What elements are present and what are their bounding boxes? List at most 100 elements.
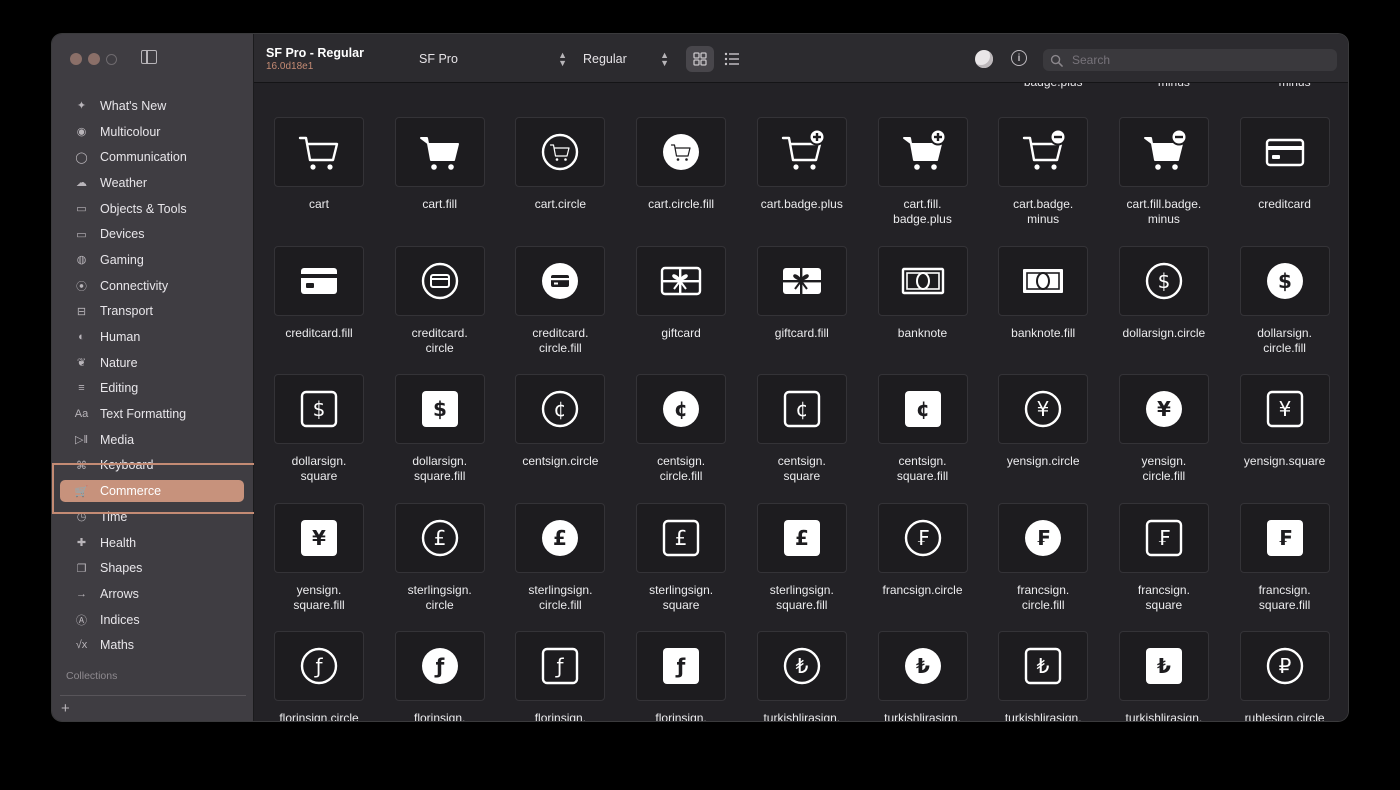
symbol-cell[interactable]: £ sterlingsign. square — [618, 478, 728, 612]
sidebar-item-nature[interactable]: ❦ Nature — [52, 350, 253, 376]
symbol-cart-badge-minus-icon[interactable] — [998, 117, 1089, 187]
symbol-cell[interactable]: ¢ centsign. square — [739, 349, 849, 483]
symbol-creditcard-fill-icon[interactable] — [274, 245, 364, 316]
symbol-circle-fill-icon[interactable]: $ — [1239, 245, 1330, 316]
info-icon[interactable]: i — [1011, 50, 1027, 66]
symbol-cell[interactable]: ¢ centsign.circle — [497, 349, 607, 469]
symbol-circle-icon[interactable]: ₣ — [877, 502, 968, 573]
symbol-cell[interactable]: ƒ florinsign.circle — [256, 606, 366, 721]
search-field[interactable] — [1043, 49, 1337, 71]
sidebar-item-media[interactable]: ▷‖ Media — [52, 427, 253, 453]
sidebar-item-objects-tools[interactable]: ▭ Objects & Tools — [52, 196, 253, 222]
sidebar-item-editing[interactable]: ≡ Editing — [52, 376, 253, 402]
symbol-square-fill-icon[interactable]: £ — [756, 502, 847, 573]
add-collection-button[interactable]: + — [61, 700, 70, 717]
symbol-giftcard-fill-icon[interactable] — [756, 245, 847, 316]
symbol-circle-icon[interactable]: ¢ — [515, 374, 606, 444]
symbol-cell[interactable]: ¢ centsign. circle.fill — [618, 349, 728, 483]
symbol-square-fill-icon[interactable]: ₣ — [1239, 502, 1330, 573]
symbol-cell[interactable]: £ sterlingsign. circle.fill — [497, 478, 607, 612]
symbol-cart-fill-badge-minus-icon[interactable] — [1118, 117, 1209, 187]
symbol-circle-icon[interactable]: ƒ — [274, 631, 364, 701]
symbol-square-fill-icon[interactable]: ƒ — [636, 631, 727, 701]
symbol-cart-badge-plus-icon[interactable] — [756, 117, 847, 187]
symbol-circle-icon[interactable]: ¥ — [998, 374, 1089, 444]
symbol-cell[interactable]: ¥ yensign.circle — [980, 349, 1090, 469]
symbol-cell[interactable]: banknote — [860, 221, 970, 341]
symbol-cell[interactable]: $ dollarsign. square — [256, 349, 366, 483]
symbol-creditcard-circle-icon[interactable] — [394, 245, 485, 316]
symbol-cell[interactable]: ¥ yensign. square.fill — [256, 478, 366, 612]
sidebar-item-arrows[interactable]: → Arrows — [52, 581, 253, 607]
symbol-cell[interactable]: £ sterlingsign. circle — [377, 478, 487, 612]
symbol-cell[interactable]: creditcard.fill — [256, 221, 366, 341]
symbol-cell[interactable]: cart.badge.plus — [739, 92, 849, 212]
symbol-square-fill-icon[interactable]: ₺ — [1118, 631, 1209, 701]
sidebar-item-text-formatting[interactable]: Aa Text Formatting — [52, 401, 253, 427]
sidebar-item-weather[interactable]: ☁ Weather — [52, 170, 253, 196]
symbol-cell[interactable]: cart.fill. badge.plus — [860, 92, 970, 226]
symbol-cart-circle-icon[interactable] — [515, 117, 606, 187]
symbol-cell[interactable]: cart.circle.fill — [618, 92, 728, 212]
sidebar-item-transport[interactable]: ⊟ Transport — [52, 299, 253, 325]
symbol-square-fill-icon[interactable]: ¢ — [877, 374, 968, 444]
symbol-creditcard-icon[interactable] — [1239, 117, 1330, 187]
symbol-cell[interactable]: ₺ turkishlirasign. — [980, 606, 1090, 721]
symbol-cell[interactable]: £ sterlingsign. square.fill — [739, 478, 849, 612]
appearance-toggle-icon[interactable] — [975, 50, 993, 68]
symbol-cell[interactable]: ƒ florinsign. — [377, 606, 487, 721]
sidebar-item-multicolour[interactable]: ◉ Multicolour — [52, 119, 253, 145]
symbol-cell[interactable]: $ dollarsign. square.fill — [377, 349, 487, 483]
symbol-cell[interactable]: ₺ turkishlirasign. — [739, 606, 849, 721]
symbol-cell[interactable]: ¥ yensign. circle.fill — [1101, 349, 1211, 483]
symbol-cart-icon[interactable] — [274, 117, 364, 187]
symbol-square-icon[interactable]: ¥ — [1239, 374, 1330, 444]
symbol-circle-fill-icon[interactable]: ¢ — [636, 374, 727, 444]
font-weight-select[interactable]: Regular ▲ ▼ — [583, 49, 669, 69]
symbol-cell[interactable]: ₺ turkishlirasign. — [1101, 606, 1211, 721]
symbol-cell[interactable]: creditcard — [1222, 92, 1332, 212]
symbol-square-fill-icon[interactable]: $ — [394, 374, 485, 444]
list-view-button[interactable] — [718, 46, 746, 72]
symbol-cell[interactable]: ¢ centsign. square.fill — [860, 349, 970, 483]
symbol-cart-circle-fill-icon[interactable] — [636, 117, 727, 187]
sidebar-item-shapes[interactable]: ❐ Shapes — [52, 555, 253, 581]
grid-view-button[interactable] — [686, 46, 714, 72]
symbol-square-icon[interactable]: $ — [274, 374, 364, 444]
symbol-cell[interactable]: cart.fill.badge. minus — [1101, 92, 1211, 226]
symbol-circle-fill-icon[interactable]: £ — [515, 502, 606, 573]
symbol-cell[interactable]: ₣ francsign. square — [1101, 478, 1211, 612]
symbol-circle-icon[interactable]: $ — [1118, 245, 1209, 316]
symbol-cell[interactable]: giftcard — [618, 221, 728, 341]
sidebar-item-human[interactable]: ◐ Human — [52, 324, 253, 350]
sidebar-item-commerce[interactable]: 🛒 Commerce — [52, 478, 253, 504]
symbol-cart-fill-badge-plus-icon[interactable] — [877, 117, 968, 187]
symbol-cell[interactable]: ₽ rublesign.circle — [1222, 606, 1332, 721]
sidebar-toggle-icon[interactable] — [141, 50, 157, 64]
symbol-circle-icon[interactable]: ₺ — [756, 631, 847, 701]
symbol-cell[interactable]: creditcard. circle.fill — [497, 221, 607, 355]
sidebar-item-devices[interactable]: ▭ Devices — [52, 221, 253, 247]
close-window-button[interactable] — [70, 53, 82, 65]
sidebar-item-time[interactable]: ◷ Time — [52, 504, 253, 530]
symbol-circle-icon[interactable]: ₽ — [1239, 631, 1330, 701]
sidebar-item-gaming[interactable]: ◍ Gaming — [52, 247, 253, 273]
sidebar-item-health[interactable]: ✚ Health — [52, 530, 253, 556]
font-family-select[interactable]: SF Pro ▲ ▼ — [419, 49, 567, 69]
sidebar-item-maths[interactable]: √x Maths — [52, 632, 253, 658]
minimize-window-button[interactable] — [88, 53, 100, 65]
sidebar-item-communication[interactable]: ◯ Communication — [52, 144, 253, 170]
symbol-cell[interactable]: ₣ francsign. circle.fill — [980, 478, 1090, 612]
search-input[interactable] — [1070, 52, 1304, 68]
symbol-creditcard-circle-fill-icon[interactable] — [515, 245, 606, 316]
symbol-cell[interactable]: ₣ francsign.circle — [860, 478, 970, 598]
symbol-circle-icon[interactable]: £ — [394, 502, 485, 573]
symbol-cell[interactable]: cart.badge. minus — [980, 92, 1090, 226]
symbol-cell[interactable]: ¥ yensign.square — [1222, 349, 1332, 469]
symbol-circle-fill-icon[interactable]: ƒ — [394, 631, 485, 701]
zoom-window-button[interactable] — [106, 54, 117, 65]
symbol-cell[interactable]: ₣ francsign. square.fill — [1222, 478, 1332, 612]
symbol-square-icon[interactable]: ¢ — [756, 374, 847, 444]
sidebar-item-connectivity[interactable]: ⦿ Connectivity — [52, 273, 253, 299]
symbol-square-icon[interactable]: ₣ — [1118, 502, 1209, 573]
